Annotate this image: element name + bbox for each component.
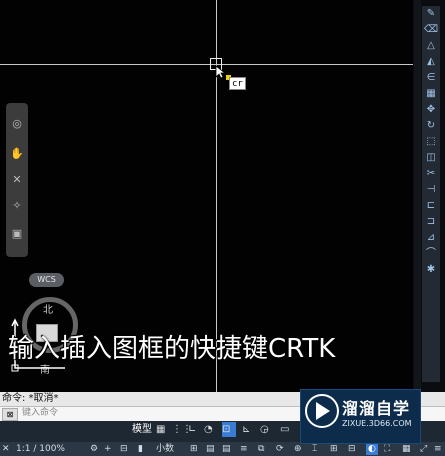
cycle-icon[interactable]: ⟳ — [276, 443, 284, 455]
annotation-scale[interactable]: 1:1 / 100% — [16, 443, 65, 455]
cleanscreen-icon[interactable]: ◐ — [366, 443, 378, 455]
isolate-icon[interactable]: ⊟ — [120, 443, 128, 455]
workspace-switch-icon[interactable]: ▦ — [402, 443, 411, 455]
explode-icon[interactable]: ✱ — [423, 264, 439, 276]
ucs-label[interactable]: WCS — [29, 273, 64, 287]
lineweight-icon[interactable]: ≡ — [240, 443, 248, 455]
stretch-icon[interactable]: ◫ — [423, 152, 439, 164]
xray-icon[interactable]: ✕ — [2, 443, 10, 455]
annotate-icon[interactable]: ⊾ — [242, 422, 250, 437]
video-subtitle: 输入插入图框的快捷键CRTK — [8, 334, 336, 364]
grid-icon[interactable]: ▦ — [156, 422, 165, 437]
extend-icon[interactable]: ⊣ — [423, 184, 439, 196]
erase-icon[interactable]: ⌫ — [423, 24, 439, 36]
dynamic-ucs-icon[interactable]: ⊕ — [294, 443, 302, 455]
fullscreen-icon[interactable]: ⤢ — [420, 443, 427, 455]
trim-icon[interactable]: ✂ — [423, 168, 439, 180]
watermark-url: ZIXUE.3D66.COM — [342, 419, 412, 428]
command-customize-icon[interactable]: ⊠ — [2, 408, 18, 421]
osnap-icon[interactable]: ⊡ — [222, 422, 236, 437]
ortho-icon[interactable]: ∟ — [188, 422, 196, 437]
layout-icon[interactable]: ▭ — [280, 422, 289, 437]
move-icon[interactable]: ✥ — [423, 104, 439, 116]
units-icon[interactable]: ▮ — [138, 443, 143, 455]
fillet-icon[interactable]: ⌒ — [423, 248, 439, 260]
units-selector[interactable]: 小数 — [156, 443, 174, 455]
copy-icon[interactable]: △ — [423, 40, 439, 52]
break-icon[interactable]: ⊏ — [423, 200, 439, 212]
lock-icon[interactable]: ⛶ — [384, 443, 390, 455]
drawing-canvas[interactable]: cr ◎ ✋ ✕ ✧ ▣ WCS 北 南 输入插入图框的快捷键CRTK — [0, 0, 413, 392]
plus-icon[interactable]: + — [104, 443, 112, 455]
steeringwheel-icon[interactable]: ◎ — [10, 117, 24, 131]
dynamic-input-tooltip: cr — [229, 77, 246, 90]
vertical-scrollbar[interactable] — [414, 0, 421, 392]
hardware-icon[interactable]: ⊞ — [330, 443, 338, 455]
quickprops-icon[interactable]: ⊞ — [190, 443, 198, 455]
properties-icon[interactable]: ▤ — [206, 443, 215, 455]
zoom-icon[interactable]: ✕ — [10, 173, 24, 187]
showmotion-icon[interactable]: ▣ — [10, 227, 24, 241]
offset-icon[interactable]: ∈ — [423, 72, 439, 84]
command-input[interactable]: 键入命令 — [22, 407, 58, 420]
play-triangle-icon — [316, 402, 330, 420]
rotate-icon[interactable]: ↻ — [423, 120, 439, 132]
orbit-icon[interactable]: ✧ — [10, 199, 24, 213]
tab-model[interactable]: 模型 — [132, 422, 152, 437]
watermark-title: 溜溜自学 — [342, 399, 411, 418]
transparency-icon[interactable]: ⧉ — [258, 443, 264, 455]
navigation-bar[interactable]: ◎ ✋ ✕ ✧ ▣ — [6, 103, 28, 257]
selection-icon[interactable]: ▤ — [222, 443, 231, 455]
settings-icon[interactable]: ⚙ — [90, 443, 98, 455]
dyn-input-icon[interactable]: ⌶ — [312, 443, 317, 455]
chamfer-icon[interactable]: ⊿ — [423, 232, 439, 244]
join-icon[interactable]: ⊐ — [423, 216, 439, 228]
scale-icon[interactable]: ⬚ — [423, 136, 439, 148]
menu-icon[interactable]: ≡ — [434, 443, 442, 455]
compass-north-label[interactable]: 北 — [43, 301, 53, 316]
command-history: 命令: *取消* — [2, 393, 59, 404]
array-icon[interactable]: ▦ — [423, 88, 439, 100]
mirror-icon[interactable]: ◭ — [423, 56, 439, 68]
ucs-icon[interactable]: ⊟ — [348, 443, 356, 455]
pencil-icon[interactable]: ✎ — [423, 8, 439, 20]
pan-icon[interactable]: ✋ — [10, 147, 24, 161]
workspace-icon[interactable]: ◶ — [260, 422, 269, 437]
polar-icon[interactable]: ◔ — [204, 422, 213, 437]
crosshair-horizontal — [0, 64, 413, 65]
